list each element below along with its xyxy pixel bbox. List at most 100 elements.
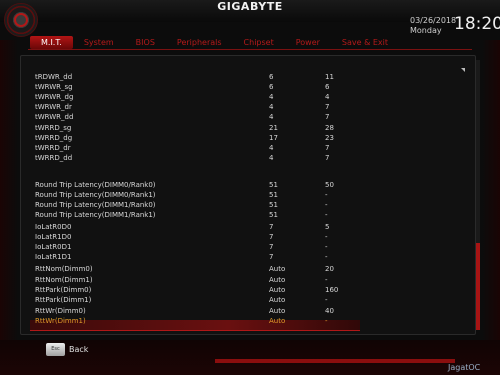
setting-row[interactable]: Round Trip Latency(DIMM0/Rank1) 51 - <box>35 190 465 200</box>
setting-value: 4 <box>269 113 274 121</box>
setting-current-value: 7 <box>325 154 330 162</box>
setting-row[interactable]: tWRWR_sg 6 6 <box>35 82 465 92</box>
setting-row[interactable]: IoLatR0D1 7 - <box>35 242 465 252</box>
right-frame <box>482 40 500 340</box>
setting-current-value: - <box>325 253 328 261</box>
setting-name: tRDWR_dd <box>35 73 73 81</box>
tab-peripherals[interactable]: Peripherals <box>166 36 233 49</box>
setting-row[interactable]: IoLatR1D0 7 - <box>35 232 465 242</box>
setting-name: IoLatR1D1 <box>35 253 72 261</box>
setting-current-value: 50 <box>325 181 334 189</box>
footer-stripe <box>215 359 455 363</box>
back-button[interactable]: Back <box>69 345 88 354</box>
setting-current-value: - <box>325 317 328 325</box>
tab-save-exit[interactable]: Save & Exit <box>331 36 399 49</box>
setting-current-value: - <box>325 276 328 284</box>
setting-current-value: 7 <box>325 103 330 111</box>
setting-current-value: - <box>325 211 328 219</box>
setting-value: 6 <box>269 83 274 91</box>
setting-row[interactable]: RttWr(Dimm0) Auto 40 <box>35 306 465 316</box>
setting-name: Round Trip Latency(DIMM0/Rank1) <box>35 191 156 199</box>
setting-current-value: 160 <box>325 286 339 294</box>
setting-name: tWRWR_dr <box>35 103 72 111</box>
setting-name: RttNom(Dimm1) <box>35 276 93 284</box>
setting-row[interactable]: tWRWR_dg 4 4 <box>35 92 465 102</box>
setting-name: RttPark(Dimm0) <box>35 286 92 294</box>
clock: 18:20 <box>454 14 500 34</box>
setting-current-value: 40 <box>325 307 334 315</box>
setting-row[interactable]: Round Trip Latency(DIMM0/Rank0) 51 50 <box>35 180 465 190</box>
setting-name: RttNom(Dimm0) <box>35 265 93 273</box>
setting-row[interactable]: RttNom(Dimm0) Auto 20 <box>35 264 465 274</box>
setting-value: Auto <box>269 276 286 284</box>
setting-value: Auto <box>269 307 286 315</box>
setting-value: 51 <box>269 191 278 199</box>
setting-current-value: 6 <box>325 83 330 91</box>
setting-value: 51 <box>269 181 278 189</box>
setting-current-value: - <box>325 201 328 209</box>
setting-value: 51 <box>269 201 278 209</box>
setting-row[interactable]: RttPark(Dimm1) Auto - <box>35 295 465 305</box>
tab-mit[interactable]: M.I.T. <box>30 36 73 49</box>
setting-row[interactable]: tWRRD_dr 4 7 <box>35 143 465 153</box>
setting-value: Auto <box>269 317 286 325</box>
setting-name: tWRWR_dd <box>35 113 74 121</box>
setting-current-value: - <box>325 191 328 199</box>
left-frame <box>0 40 18 340</box>
setting-value: 4 <box>269 154 274 162</box>
tab-divider <box>28 49 472 50</box>
setting-current-value: - <box>325 296 328 304</box>
setting-row[interactable]: tWRRD_sg 21 28 <box>35 123 465 133</box>
scrollbar-thumb[interactable] <box>476 243 480 330</box>
setting-current-value: 20 <box>325 265 334 273</box>
setting-name: Round Trip Latency(DIMM1/Rank0) <box>35 201 156 209</box>
setting-value: 7 <box>269 223 274 231</box>
setting-name: Round Trip Latency(DIMM0/Rank0) <box>35 181 156 189</box>
setting-current-value: 7 <box>325 113 330 121</box>
esc-key-icon[interactable]: Esc <box>46 343 65 356</box>
setting-value: 7 <box>269 233 274 241</box>
setting-name: IoLatR0D0 <box>35 223 72 231</box>
setting-current-value: 4 <box>325 93 330 101</box>
tab-chipset[interactable]: Chipset <box>233 36 285 49</box>
setting-name: tWRRD_sg <box>35 124 72 132</box>
setting-row[interactable]: RttPark(Dimm0) Auto 160 <box>35 285 465 295</box>
setting-row[interactable]: RttWr(Dimm1) Auto - <box>35 316 465 326</box>
setting-current-value: 28 <box>325 124 334 132</box>
tab-power[interactable]: Power <box>285 36 331 49</box>
tab-bios[interactable]: BIOS <box>125 36 166 49</box>
setting-current-value: 5 <box>325 223 330 231</box>
setting-value: 6 <box>269 73 274 81</box>
setting-name: tWRWR_sg <box>35 83 73 91</box>
setting-row[interactable]: Round Trip Latency(DIMM1/Rank1) 51 - <box>35 210 465 220</box>
setting-current-value: - <box>325 243 328 251</box>
setting-row[interactable]: tWRWR_dd 4 7 <box>35 112 465 122</box>
setting-row[interactable]: tRDWR_dd 6 11 <box>35 72 465 82</box>
setting-name: RttWr(Dimm1) <box>35 317 86 325</box>
setting-value: 4 <box>269 93 274 101</box>
setting-value: 51 <box>269 211 278 219</box>
setting-current-value: 23 <box>325 134 334 142</box>
date-display: 03/26/2018 Monday <box>410 16 456 36</box>
setting-name: RttWr(Dimm0) <box>35 307 86 315</box>
setting-name: IoLatR1D0 <box>35 233 72 241</box>
setting-row[interactable]: RttNom(Dimm1) Auto - <box>35 275 465 285</box>
setting-row[interactable]: IoLatR1D1 7 - <box>35 252 465 262</box>
setting-name: tWRRD_dg <box>35 134 73 142</box>
setting-value: Auto <box>269 286 286 294</box>
setting-row[interactable]: tWRRD_dd 4 7 <box>35 153 465 163</box>
selection-underline <box>30 330 360 331</box>
tab-system[interactable]: System <box>73 36 125 49</box>
setting-row[interactable]: tWRWR_dr 4 7 <box>35 102 465 112</box>
setting-row[interactable]: tWRRD_dg 17 23 <box>35 133 465 143</box>
setting-value: 7 <box>269 253 274 261</box>
setting-name: Round Trip Latency(DIMM1/Rank1) <box>35 211 156 219</box>
date-text: 03/26/2018 <box>410 16 457 25</box>
setting-row[interactable]: Round Trip Latency(DIMM1/Rank0) 51 - <box>35 200 465 210</box>
setting-value: 4 <box>269 103 274 111</box>
setting-name: tWRRD_dr <box>35 144 71 152</box>
setting-name: tWRWR_dg <box>35 93 74 101</box>
tab-bar: M.I.T. System BIOS Peripherals Chipset P… <box>30 36 399 49</box>
setting-row[interactable]: IoLatR0D0 7 5 <box>35 222 465 232</box>
setting-value: 7 <box>269 243 274 251</box>
